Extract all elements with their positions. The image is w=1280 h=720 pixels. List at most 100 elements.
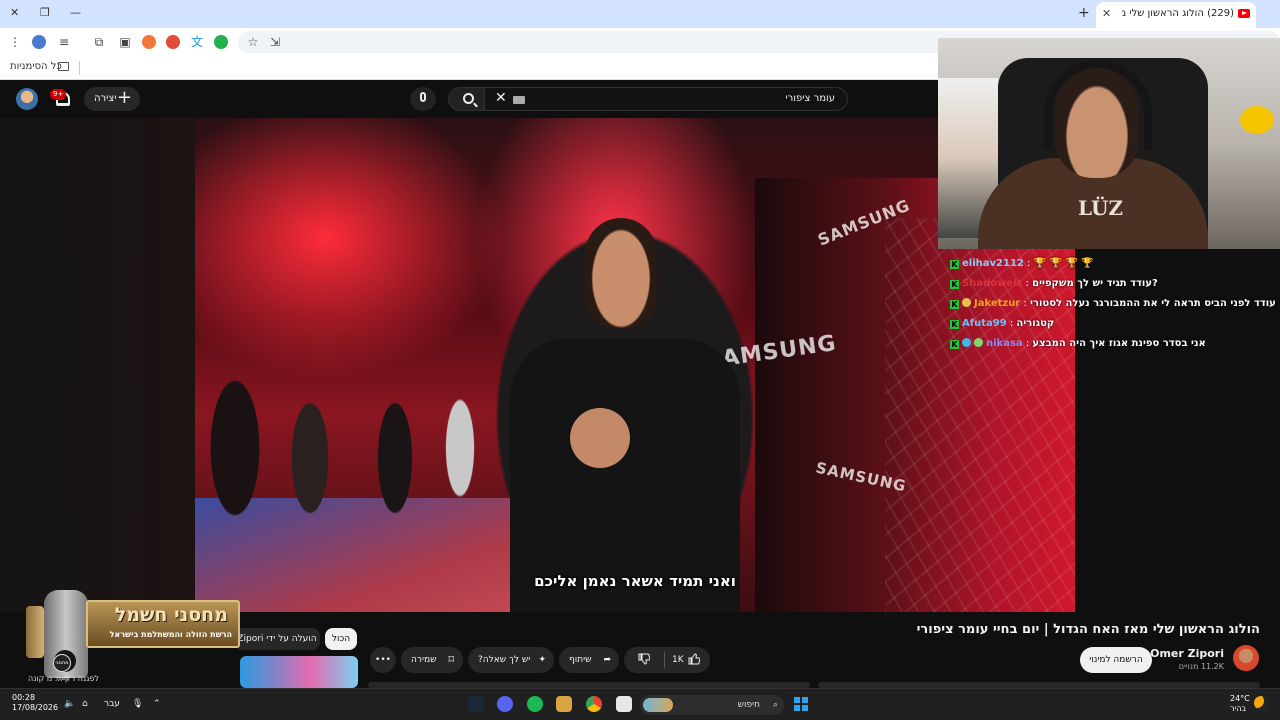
browser-menu-icon[interactable]: ⋮: [8, 35, 22, 49]
sponsor-dial-badge: מחסני חשמל: [53, 654, 71, 682]
steam-app-icon[interactable]: [468, 696, 484, 712]
taskbar-clock[interactable]: 00:28 17/08/2026: [12, 693, 58, 713]
sponsor-footer-text: לפגנה רק ... נו קונה: [28, 674, 99, 683]
new-tab-icon[interactable]: +: [1078, 5, 1090, 21]
youtube-favicon-icon: [1238, 9, 1250, 18]
profile-icon[interactable]: [32, 35, 46, 49]
clock-date: 17/08/2026: [12, 703, 59, 712]
install-app-icon[interactable]: ⇲: [268, 35, 282, 49]
clear-search-icon[interactable]: ✕: [495, 90, 507, 106]
weather-condition: בהיר: [1230, 704, 1247, 713]
subscribe-button[interactable]: הרשמה למינוי: [1080, 647, 1152, 673]
chat-message: K Afuta99 : קטגוריה: [950, 318, 1055, 329]
video-crowd: [195, 348, 495, 548]
chat-message: K Shadowelz : עודד תגיד יש לך משקפיים?: [950, 278, 1158, 289]
channel-name[interactable]: Omer Zipori: [1150, 647, 1224, 660]
extensions-icon[interactable]: ⧉: [92, 35, 106, 49]
discord-app-icon[interactable]: [497, 696, 513, 712]
search-query-text: עומר ציפורי: [785, 93, 835, 104]
save-label: שמירה: [411, 655, 437, 665]
volume-icon[interactable]: 🔈: [64, 699, 75, 709]
save-button[interactable]: ⌑ שמירה: [401, 647, 463, 673]
dislike-thumb-icon[interactable]: [638, 653, 650, 665]
rubber-duck-toy: [1240, 106, 1274, 134]
chat-message: Kelihav2112 : 🏆 🏆 🏆 🏆: [950, 258, 1094, 269]
voice-search-button[interactable]: [410, 87, 436, 111]
keyboard-icon[interactable]: [513, 96, 525, 104]
share-arrow-icon: ➦: [603, 655, 611, 665]
maximize-window-icon[interactable]: ❐: [40, 6, 50, 19]
sponsor-overlay: מחסני חשמל הרשת הזולה והמשתלמת בישראל מח…: [22, 572, 240, 684]
more-actions-button[interactable]: •••: [370, 647, 396, 673]
subscriber-badge-icon: [962, 338, 971, 347]
sponsor-tagline: הרשת הזולה והמשתלמת בישראל: [109, 630, 232, 639]
video-presenter: [490, 218, 760, 612]
chat-username: elihav2112: [962, 258, 1024, 269]
filter-chip-uploaded-by[interactable]: הועלה על ידי Zipori: [234, 628, 320, 650]
kick-badge-icon: K: [950, 260, 959, 269]
sponsor-name: מחסני חשמל: [114, 604, 228, 626]
account-avatar[interactable]: [16, 88, 38, 110]
all-bookmarks-link[interactable]: כל הסימניות: [10, 61, 62, 72]
tab-groups-icon[interactable]: ▣: [118, 35, 132, 49]
tray-microphone-icon[interactable]: 🎙: [132, 699, 143, 709]
filter-chip-all[interactable]: הכול: [325, 628, 357, 650]
taskbar-search-placeholder: חיפוש: [737, 700, 760, 710]
game-app-icon[interactable]: [556, 696, 572, 712]
create-button[interactable]: + יצירה: [84, 87, 140, 111]
ask-label: יש לך שאלה?: [478, 655, 531, 665]
translate-icon[interactable]: 文: [190, 35, 204, 49]
channel-avatar[interactable]: [1233, 645, 1259, 671]
like-thumb-icon[interactable]: [688, 653, 700, 665]
share-button[interactable]: ➦ שיתוף: [559, 647, 619, 673]
close-tab-icon[interactable]: ✕: [1102, 7, 1111, 20]
ask-question-button[interactable]: ✦ יש לך שאלה?: [468, 647, 554, 673]
taskbar-search-icon: ⌕: [772, 700, 778, 710]
chat-username: Shadowelz: [962, 278, 1023, 289]
chat-text: קטגוריה: [1016, 318, 1055, 329]
recommended-video-thumbnail[interactable]: [240, 656, 358, 688]
browser-tab-strip: ✕ ❐ — + (229) הולוג הראשון שלי מאז האח ה…: [0, 0, 1280, 28]
search-input[interactable]: עומר ציפורי ✕: [484, 87, 848, 111]
weather-temperature: 24°C: [1230, 694, 1250, 703]
more-dots-icon: •••: [375, 655, 391, 665]
streamer-webcam: LÜZ: [938, 38, 1280, 249]
create-label: יצירה: [94, 93, 117, 104]
chat-text: עודד לפני הביס תראה לי את ההמבורגר נעלה …: [1030, 298, 1276, 309]
windows-start-icon[interactable]: [794, 697, 808, 711]
bookmark-star-icon[interactable]: ☆: [246, 35, 260, 49]
file-explorer-app-icon[interactable]: [616, 696, 632, 712]
search-highlight-thumbnail: [643, 698, 673, 712]
share-label: שיתוף: [569, 655, 592, 665]
kick-badge-icon: K: [950, 280, 959, 289]
chat-username: Jaketzur: [974, 298, 1021, 309]
moon-weather-icon: [1254, 696, 1268, 710]
microphone-icon: [420, 92, 426, 102]
browser-tab[interactable]: (229) הולוג הראשון שלי מאז האח הגדול ✕: [1096, 2, 1256, 28]
extension-green-icon[interactable]: [214, 35, 228, 49]
weather-widget[interactable]: 24°C בהיר: [1230, 694, 1250, 714]
close-window-icon[interactable]: ✕: [10, 6, 19, 19]
search-button[interactable]: [448, 87, 488, 111]
extension-red-icon[interactable]: [166, 35, 180, 49]
bookmark-icon: ⌑: [448, 653, 454, 666]
gift-badge-icon: [974, 338, 983, 347]
sponsor-bottle-graphic: [26, 606, 44, 658]
taskbar-search[interactable]: ⌕ חיפוש: [640, 695, 784, 715]
presenter-body: [510, 338, 740, 612]
video-subtitle: ואני תמיד אשאר נאמן אליכם: [534, 572, 736, 590]
show-hidden-icons-chevron-icon[interactable]: ⌃: [153, 699, 161, 709]
spotify-app-icon[interactable]: [527, 696, 543, 712]
extension-orange-icon[interactable]: [142, 35, 156, 49]
stream-chat: Kelihav2112 : 🏆 🏆 🏆 🏆 K Shadowelz : עודד …: [948, 254, 1278, 364]
like-divider: [664, 652, 665, 668]
kick-badge-icon: K: [950, 300, 959, 309]
reading-list-icon[interactable]: ≡: [57, 35, 71, 49]
network-icon[interactable]: ⌂: [82, 699, 88, 709]
sponsor-banner: מחסני חשמל הרשת הזולה והמשתלמת בישראל: [86, 600, 240, 648]
plus-icon: +: [116, 87, 132, 108]
minimize-window-icon[interactable]: —: [70, 6, 81, 19]
chrome-app-icon[interactable]: [586, 696, 602, 712]
input-language[interactable]: עבר: [104, 699, 120, 709]
notifications-count-badge: 9+: [50, 89, 67, 100]
